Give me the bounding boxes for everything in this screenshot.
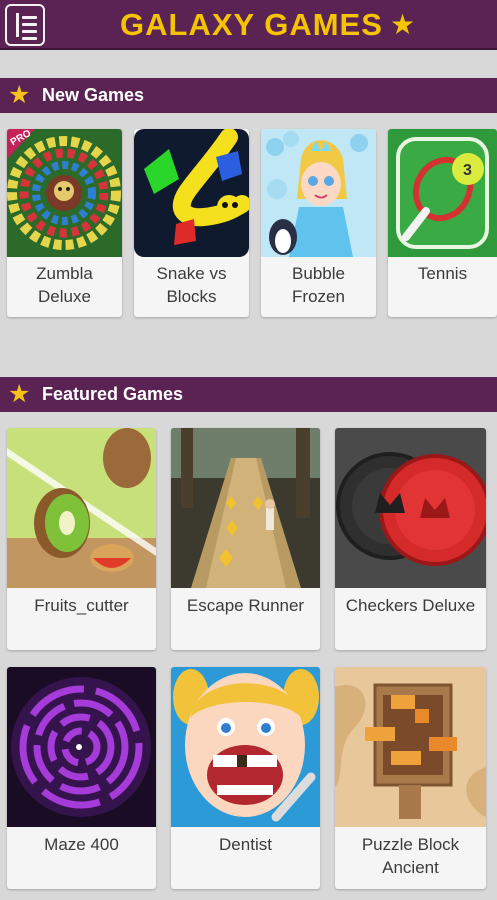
game-title-line2: Ancient — [382, 858, 439, 877]
game-title: Dentist — [219, 835, 272, 854]
star-icon: ★ — [8, 81, 31, 109]
game-card-checkers-deluxe[interactable]: Checkers Deluxe — [335, 428, 486, 650]
game-title: Snake vs — [156, 264, 227, 283]
game-title: Checkers Deluxe — [345, 596, 476, 615]
game-thumbnail — [171, 667, 320, 827]
game-title: Escape Runner — [186, 596, 305, 615]
tennis-ball-number: 3 — [463, 162, 472, 179]
app-title: GALAXY GAMES — [120, 7, 383, 42]
section-header-featured-games: ★ Featured Games — [0, 377, 497, 412]
game-card-dentist[interactable]: Dentist — [171, 667, 320, 889]
section-title: New Games — [42, 85, 145, 105]
game-card-fruits-cutter[interactable]: Fruits_cutter — [7, 428, 156, 650]
star-icon: ★ — [8, 380, 31, 408]
game-title: Puzzle Block — [361, 835, 460, 854]
app-header: GALAXY GAMES ★ — [0, 0, 497, 50]
game-thumbnail — [134, 129, 249, 257]
section-title: Featured Games — [42, 384, 184, 404]
game-thumbnail: PRO — [7, 129, 122, 257]
game-thumbnail — [261, 129, 376, 257]
game-title: Tennis — [417, 264, 468, 283]
game-thumbnail — [7, 667, 156, 827]
game-card-puzzle-block-ancient[interactable]: Puzzle Block Ancient — [335, 667, 486, 889]
section-header-new-games: ★ New Games — [0, 78, 497, 113]
game-title-line2: Frozen — [292, 287, 345, 306]
game-card-snake-vs-blocks[interactable]: Snake vs Blocks — [134, 129, 249, 317]
game-thumbnail: 3 — [388, 129, 497, 257]
game-thumbnail — [7, 428, 156, 588]
game-title: Maze 400 — [44, 835, 119, 854]
game-card-bubble-frozen[interactable]: Bubble Frozen — [261, 129, 376, 317]
game-title-line2: Deluxe — [38, 287, 91, 306]
game-title: Bubble — [292, 264, 345, 283]
game-thumbnail — [335, 428, 486, 588]
star-icon: ★ — [390, 9, 416, 40]
game-card-zumbla-deluxe[interactable]: PRO Zumbla Deluxe — [7, 129, 122, 317]
game-card-maze-400[interactable]: Maze 400 — [7, 667, 156, 889]
game-title: Zumbla — [36, 264, 93, 283]
game-card-escape-runner[interactable]: Escape Runner — [171, 428, 320, 650]
game-thumbnail — [335, 667, 486, 827]
game-thumbnail — [171, 428, 320, 588]
game-title: Fruits_cutter — [34, 596, 129, 615]
game-title-line2: Blocks — [166, 287, 217, 306]
menu-book-icon[interactable] — [5, 4, 45, 46]
game-card-tennis[interactable]: 3 Tennis — [388, 129, 497, 317]
